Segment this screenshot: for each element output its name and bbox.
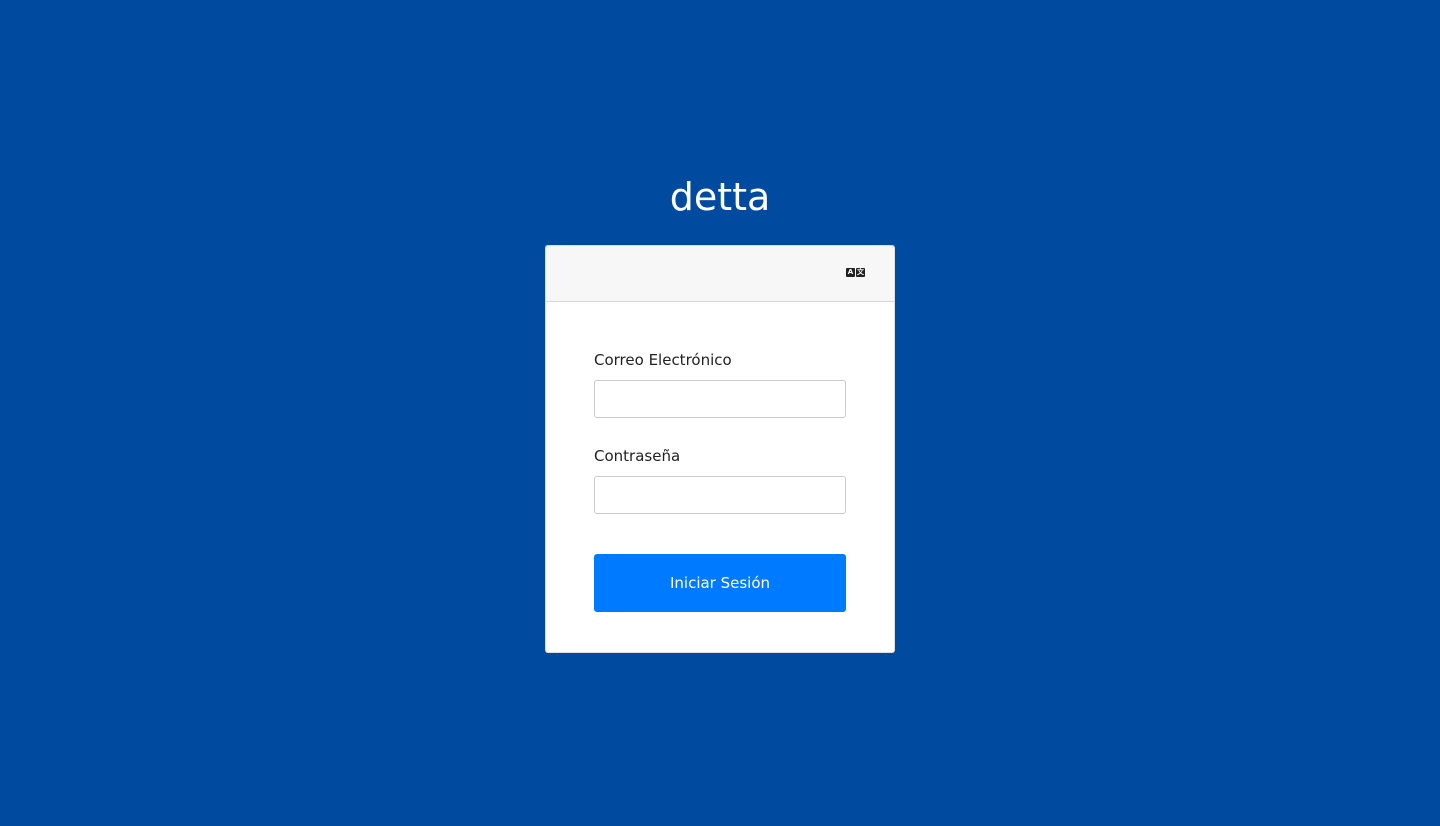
language-translate-icon[interactable]: A 文 <box>846 268 866 280</box>
login-card: A 文 Correo Electrónico Contraseña Inicia… <box>545 245 895 653</box>
password-field[interactable] <box>594 476 846 514</box>
language-icon-latin: A <box>846 268 855 277</box>
login-page: detta A 文 Correo Electrónico Contraseña … <box>0 0 1440 826</box>
password-label: Contraseña <box>594 447 681 465</box>
card-header: A 文 <box>546 246 894 302</box>
email-group: Correo Electrónico <box>594 350 846 418</box>
password-group: Contraseña <box>594 446 846 514</box>
card-body: Correo Electrónico Contraseña Iniciar Se… <box>546 302 894 612</box>
language-icon-cjk: 文 <box>856 268 865 277</box>
email-label: Correo Electrónico <box>594 351 732 369</box>
email-field[interactable] <box>594 380 846 418</box>
brand-title: detta <box>669 175 771 219</box>
login-button[interactable]: Iniciar Sesión <box>594 554 846 612</box>
